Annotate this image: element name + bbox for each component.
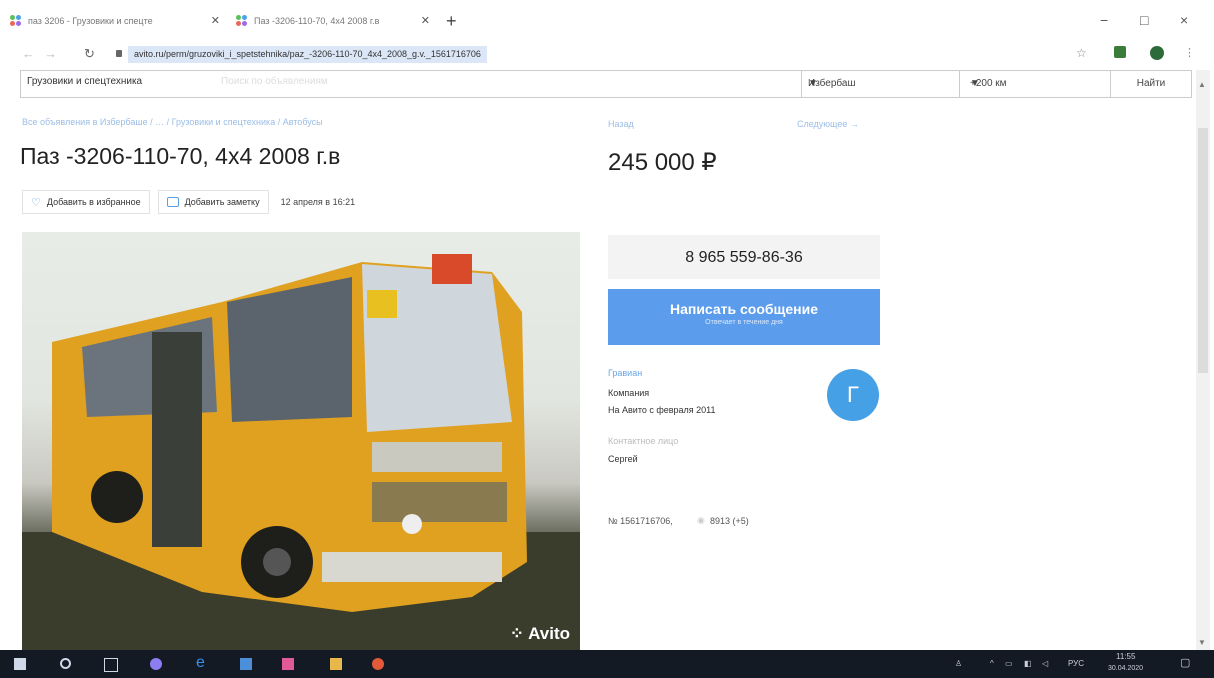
view-count: 8913 (+5) [710,516,749,526]
next-link[interactable]: Следующее → [797,119,859,129]
search-input[interactable]: Поиск по объявлениям [221,76,328,87]
add-note-label: Добавить заметку [184,197,260,207]
task-view-icon[interactable] [104,658,118,672]
maximize-button[interactable]: □ [1140,12,1148,28]
response-time: Отвечает в течение дня [705,319,783,326]
url-field[interactable]: avito.ru/perm/gruzoviki_i_spetstehnika/p… [128,46,487,63]
bus-illustration [22,254,580,650]
chrome-icon[interactable] [372,658,384,670]
volume-icon[interactable]: ◁ [1042,659,1048,668]
contact-person: Сергей [608,454,638,464]
heart-icon: ♡ [31,196,41,209]
notifications-icon[interactable]: ▢ [1180,656,1190,669]
seller-since: На Авито с февраля 2011 [608,405,716,415]
watermark-text: Avito [528,624,570,643]
close-icon[interactable]: ✕ [211,14,220,27]
note-icon [166,197,179,207]
search-bar: Грузовики и спецтехника Поиск по объявле… [20,70,1192,98]
language-indicator[interactable]: РУС [1068,659,1084,668]
edge-icon[interactable]: e [196,654,208,671]
close-window-button[interactable]: × [1180,12,1188,28]
network-icon[interactable]: ◧ [1024,659,1032,668]
profile-avatar-icon[interactable] [1150,46,1164,60]
taskbar: e ♙ ^ ▭ ◧ ◁ РУС 11:55 30.04.2020 ▢ [0,650,1214,678]
add-favorite-label: Добавить в избранное [46,197,141,207]
write-message-button[interactable]: Написать сообщение Отвечает в течение дн… [608,289,880,345]
tab-listing[interactable]: Паз -3206-110-70, 4x4 2008 г.в ✕ [236,10,430,32]
scroll-up-icon[interactable]: ▲ [1198,80,1206,89]
star-icon[interactable]: ☆ [1076,46,1087,60]
find-button[interactable]: Найти [1110,71,1191,97]
tab-search-results[interactable]: паз 3206 - Грузовики и спецте ✕ [10,10,220,32]
listing-actions: ♡ Добавить в избранное Добавить заметку … [22,190,355,214]
avito-logo-icon: ⁘ [509,624,525,643]
avito-watermark: ⁘ Avito [510,624,570,644]
breadcrumb[interactable]: Все объявления в Избербаше / … / Грузови… [22,117,323,127]
back-icon[interactable]: ← [22,46,35,61]
back-link[interactable]: Назад [608,119,634,129]
avatar[interactable]: Г [827,369,879,421]
tab-strip: паз 3206 - Грузовики и спецте ✕ Паз -320… [0,0,1214,38]
address-bar-row: ← → ↻ avito.ru/perm/gruzoviki_i_spetsteh… [0,40,1214,68]
contact-person-label: Контактное лицо [608,436,679,446]
battery-icon[interactable]: ▭ [1005,659,1013,668]
forward-icon[interactable]: → [44,46,57,61]
chevron-up-icon[interactable]: ^ [990,659,994,668]
tab-label: паз 3206 - Грузовики и спецте [28,16,153,26]
page-title: Паз -3206-110-70, 4x4 2008 г.в [20,143,341,169]
person-icon[interactable]: ♙ [955,659,962,668]
store-icon[interactable] [240,658,252,670]
scroll-down-icon[interactable]: ▼ [1198,638,1206,647]
add-favorite-button[interactable]: ♡ Добавить в избранное [22,190,150,214]
views-icon: ◉ [697,515,705,525]
radius-select[interactable]: +200 км ▼ [959,71,1120,97]
tab-label: Паз -3206-110-70, 4x4 2008 г.в [254,16,380,26]
menu-icon[interactable]: ⋮ [1184,46,1195,59]
seller-type: Компания [608,388,650,398]
chevron-down-icon: ▼ [808,78,818,89]
new-tab-button[interactable]: + [446,11,457,32]
show-phone-button[interactable]: 8 965 559-86-36 [608,235,880,279]
extension-icon[interactable] [1114,46,1126,58]
cortana-icon[interactable] [150,658,162,670]
clock-time[interactable]: 11:55 [1116,652,1135,661]
add-note-button[interactable]: Добавить заметку [157,190,269,214]
reload-icon[interactable]: ↻ [84,46,95,62]
close-icon[interactable]: ✕ [421,14,430,27]
listing-photo[interactable]: ⁘ Avito [22,232,580,650]
search-icon[interactable] [60,658,71,669]
minimize-button[interactable]: − [1100,12,1108,28]
scrollbar-thumb[interactable] [1198,128,1208,373]
yandex-browser-icon[interactable] [282,658,294,670]
windows-start-icon[interactable] [14,658,26,670]
clock-date[interactable]: 30.04.2020 [1108,665,1143,672]
listing-number: № 1561716706, [608,516,673,526]
category-select[interactable]: Грузовики и спецтехника [27,76,142,87]
file-explorer-icon[interactable] [330,658,342,670]
seller-name[interactable]: Гравиан [608,368,642,378]
avito-favicon [236,15,248,27]
listing-date: 12 апреля в 16:21 [280,197,356,207]
price: 245 000 ₽ [608,149,717,176]
write-message-label: Написать сообщение [669,301,819,317]
avito-favicon [10,15,22,27]
chevron-down-icon: ▼ [970,78,980,89]
lock-icon [116,50,122,57]
location-select[interactable]: Избербаш ▼ [801,71,960,97]
